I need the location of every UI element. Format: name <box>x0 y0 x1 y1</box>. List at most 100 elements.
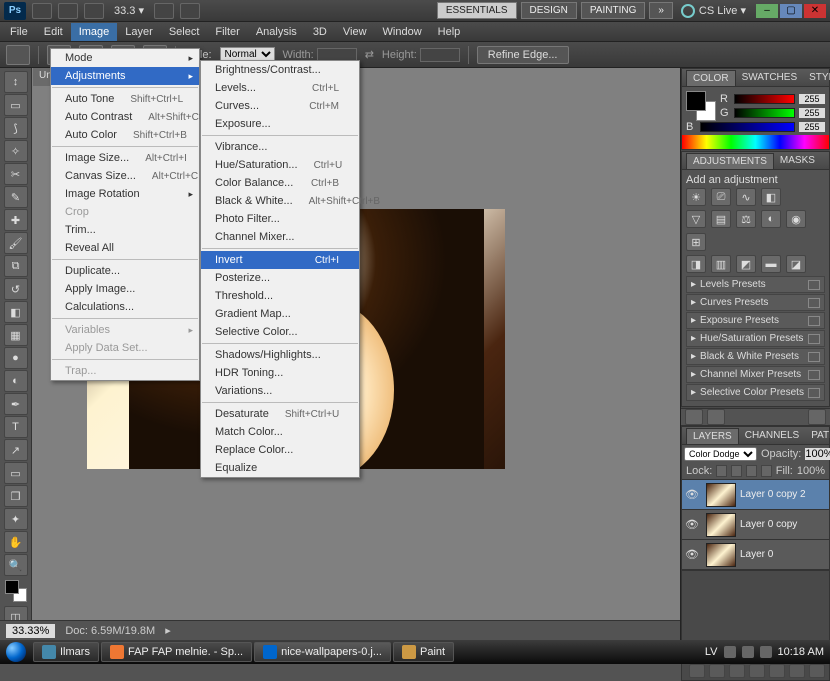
menu-item[interactable]: Exposure... <box>201 115 359 133</box>
preset-curves[interactable]: Curves Presets <box>686 294 825 311</box>
eraser-tool[interactable]: ◧ <box>4 301 28 323</box>
adj-gradient-icon[interactable]: ▬ <box>761 255 781 273</box>
adj-foot-trash[interactable] <box>808 409 826 425</box>
trash-icon[interactable] <box>809 664 825 678</box>
menu-item[interactable]: Canvas Size...Alt+Ctrl+C <box>51 167 199 185</box>
tab-color[interactable]: COLOR <box>686 70 736 86</box>
adj-invert-icon[interactable]: ◨ <box>686 255 706 273</box>
menu-item[interactable]: DesaturateShift+Ctrl+U <box>201 405 359 423</box>
lock-pixels-icon[interactable] <box>731 465 742 477</box>
menu-item[interactable]: Image Rotation <box>51 185 199 203</box>
zoom-field[interactable]: 33.33% <box>6 624 55 638</box>
tab-adjustments[interactable]: ADJUSTMENTS <box>686 153 774 169</box>
menu-item[interactable]: Hue/Saturation...Ctrl+U <box>201 156 359 174</box>
path-tool[interactable]: ↗ <box>4 439 28 461</box>
status-arrow-icon[interactable]: ▸ <box>165 624 171 637</box>
menu-item[interactable]: Replace Color... <box>201 441 359 459</box>
menu-edit[interactable]: Edit <box>36 23 71 41</box>
menu-item[interactable]: Duplicate... <box>51 262 199 280</box>
adj-selective-icon[interactable]: ◪ <box>786 255 806 273</box>
adj-foot-1[interactable] <box>685 409 703 425</box>
adj-mixer-icon[interactable]: ⊞ <box>686 233 706 251</box>
menu-item[interactable]: Trim... <box>51 221 199 239</box>
tab-styles[interactable]: STYLES <box>803 70 830 85</box>
marquee-tool[interactable]: ▭ <box>4 94 28 116</box>
menu-item[interactable]: Photo Filter... <box>201 210 359 228</box>
b-slider[interactable] <box>700 122 795 132</box>
menu-item[interactable]: Levels...Ctrl+L <box>201 79 359 97</box>
tab-layers[interactable]: LAYERS <box>686 428 739 444</box>
lasso-tool[interactable]: ⟆ <box>4 117 28 139</box>
move-tool[interactable]: ↕ <box>4 71 28 93</box>
menu-item[interactable]: Gradient Map... <box>201 305 359 323</box>
eye-icon[interactable]: 👁 <box>682 518 702 531</box>
menu-item[interactable]: Channel Mixer... <box>201 228 359 246</box>
adj-layer-icon[interactable] <box>749 664 765 678</box>
taskbar-item[interactable]: FAP FAP melnie. - Sp... <box>101 642 252 662</box>
tray-lang[interactable]: LV <box>705 646 718 658</box>
appbar-view-2[interactable] <box>180 3 200 19</box>
menu-item[interactable]: Variations... <box>201 382 359 400</box>
taskbar-item[interactable]: nice-wallpapers-0.j... <box>254 642 391 662</box>
workspace-painting[interactable]: PAINTING <box>581 2 645 19</box>
color-swatches[interactable] <box>5 580 27 602</box>
menu-item[interactable]: Threshold... <box>201 287 359 305</box>
g-value[interactable]: 255 <box>799 108 825 118</box>
zoom-tool[interactable]: 🔍 <box>4 554 28 576</box>
shape-tool[interactable]: ▭ <box>4 462 28 484</box>
preset-mixer[interactable]: Channel Mixer Presets <box>686 366 825 383</box>
menu-view[interactable]: View <box>335 23 375 41</box>
appbar-view-1[interactable] <box>154 3 174 19</box>
pen-tool[interactable]: ✒ <box>4 393 28 415</box>
menu-item[interactable]: Auto ToneShift+Ctrl+L <box>51 90 199 108</box>
b-value[interactable]: 255 <box>799 122 825 132</box>
menu-item[interactable]: Brightness/Contrast... <box>201 61 359 79</box>
menu-item[interactable]: Vibrance... <box>201 138 359 156</box>
layer-row[interactable]: 👁 Layer 0 copy <box>682 510 829 540</box>
layer-name[interactable]: Layer 0 copy 2 <box>740 489 806 500</box>
opacity-value[interactable]: 100% <box>805 448 830 460</box>
menu-item[interactable]: Selective Color... <box>201 323 359 341</box>
menu-item[interactable]: HDR Toning... <box>201 364 359 382</box>
tab-paths[interactable]: PATHS <box>805 428 830 443</box>
taskbar-item[interactable]: Ilmars <box>33 642 99 662</box>
hand-tool[interactable]: ✋ <box>4 531 28 553</box>
menu-item[interactable]: Image Size...Alt+Ctrl+I <box>51 149 199 167</box>
3d-camera-tool[interactable]: ✦ <box>4 508 28 530</box>
r-slider[interactable] <box>734 94 795 104</box>
adj-curves-icon[interactable]: ∿ <box>736 188 756 206</box>
layer-thumb[interactable] <box>706 483 736 507</box>
adj-exposure-icon[interactable]: ◧ <box>761 188 781 206</box>
color-chip[interactable] <box>686 91 716 121</box>
tab-swatches[interactable]: SWATCHES <box>736 70 804 85</box>
adj-vibrance-icon[interactable]: ▽ <box>686 210 706 228</box>
blur-tool[interactable]: ● <box>4 347 28 369</box>
tray-icon[interactable] <box>742 646 754 658</box>
tab-channels[interactable]: CHANNELS <box>739 428 805 443</box>
crop-tool[interactable]: ✂ <box>4 163 28 185</box>
menu-image[interactable]: Image <box>71 23 118 41</box>
menu-3d[interactable]: 3D <box>305 23 335 41</box>
tray-volume-icon[interactable] <box>760 646 772 658</box>
g-slider[interactable] <box>734 108 795 118</box>
adj-threshold-icon[interactable]: ◩ <box>736 255 756 273</box>
adj-levels-icon[interactable]: ⎚ <box>711 188 731 206</box>
tray-icon[interactable] <box>724 646 736 658</box>
tool-preset-icon[interactable] <box>6 45 30 65</box>
menu-window[interactable]: Window <box>375 23 430 41</box>
type-tool[interactable]: T <box>4 416 28 438</box>
taskbar-item[interactable]: Paint <box>393 642 454 662</box>
brush-tool[interactable]: 🖌 <box>4 232 28 254</box>
menu-item[interactable]: Calculations... <box>51 298 199 316</box>
preset-hue[interactable]: Hue/Saturation Presets <box>686 330 825 347</box>
layer-thumb[interactable] <box>706 543 736 567</box>
gradient-tool[interactable]: ▦ <box>4 324 28 346</box>
menu-item[interactable]: Apply Image... <box>51 280 199 298</box>
wand-tool[interactable]: ✧ <box>4 140 28 162</box>
eyedropper-tool[interactable]: ✎ <box>4 186 28 208</box>
eye-icon[interactable]: 👁 <box>682 548 702 561</box>
r-value[interactable]: 255 <box>799 94 825 104</box>
menu-analysis[interactable]: Analysis <box>248 23 305 41</box>
workspace-design[interactable]: DESIGN <box>521 2 577 19</box>
menu-item[interactable]: Color Balance...Ctrl+B <box>201 174 359 192</box>
